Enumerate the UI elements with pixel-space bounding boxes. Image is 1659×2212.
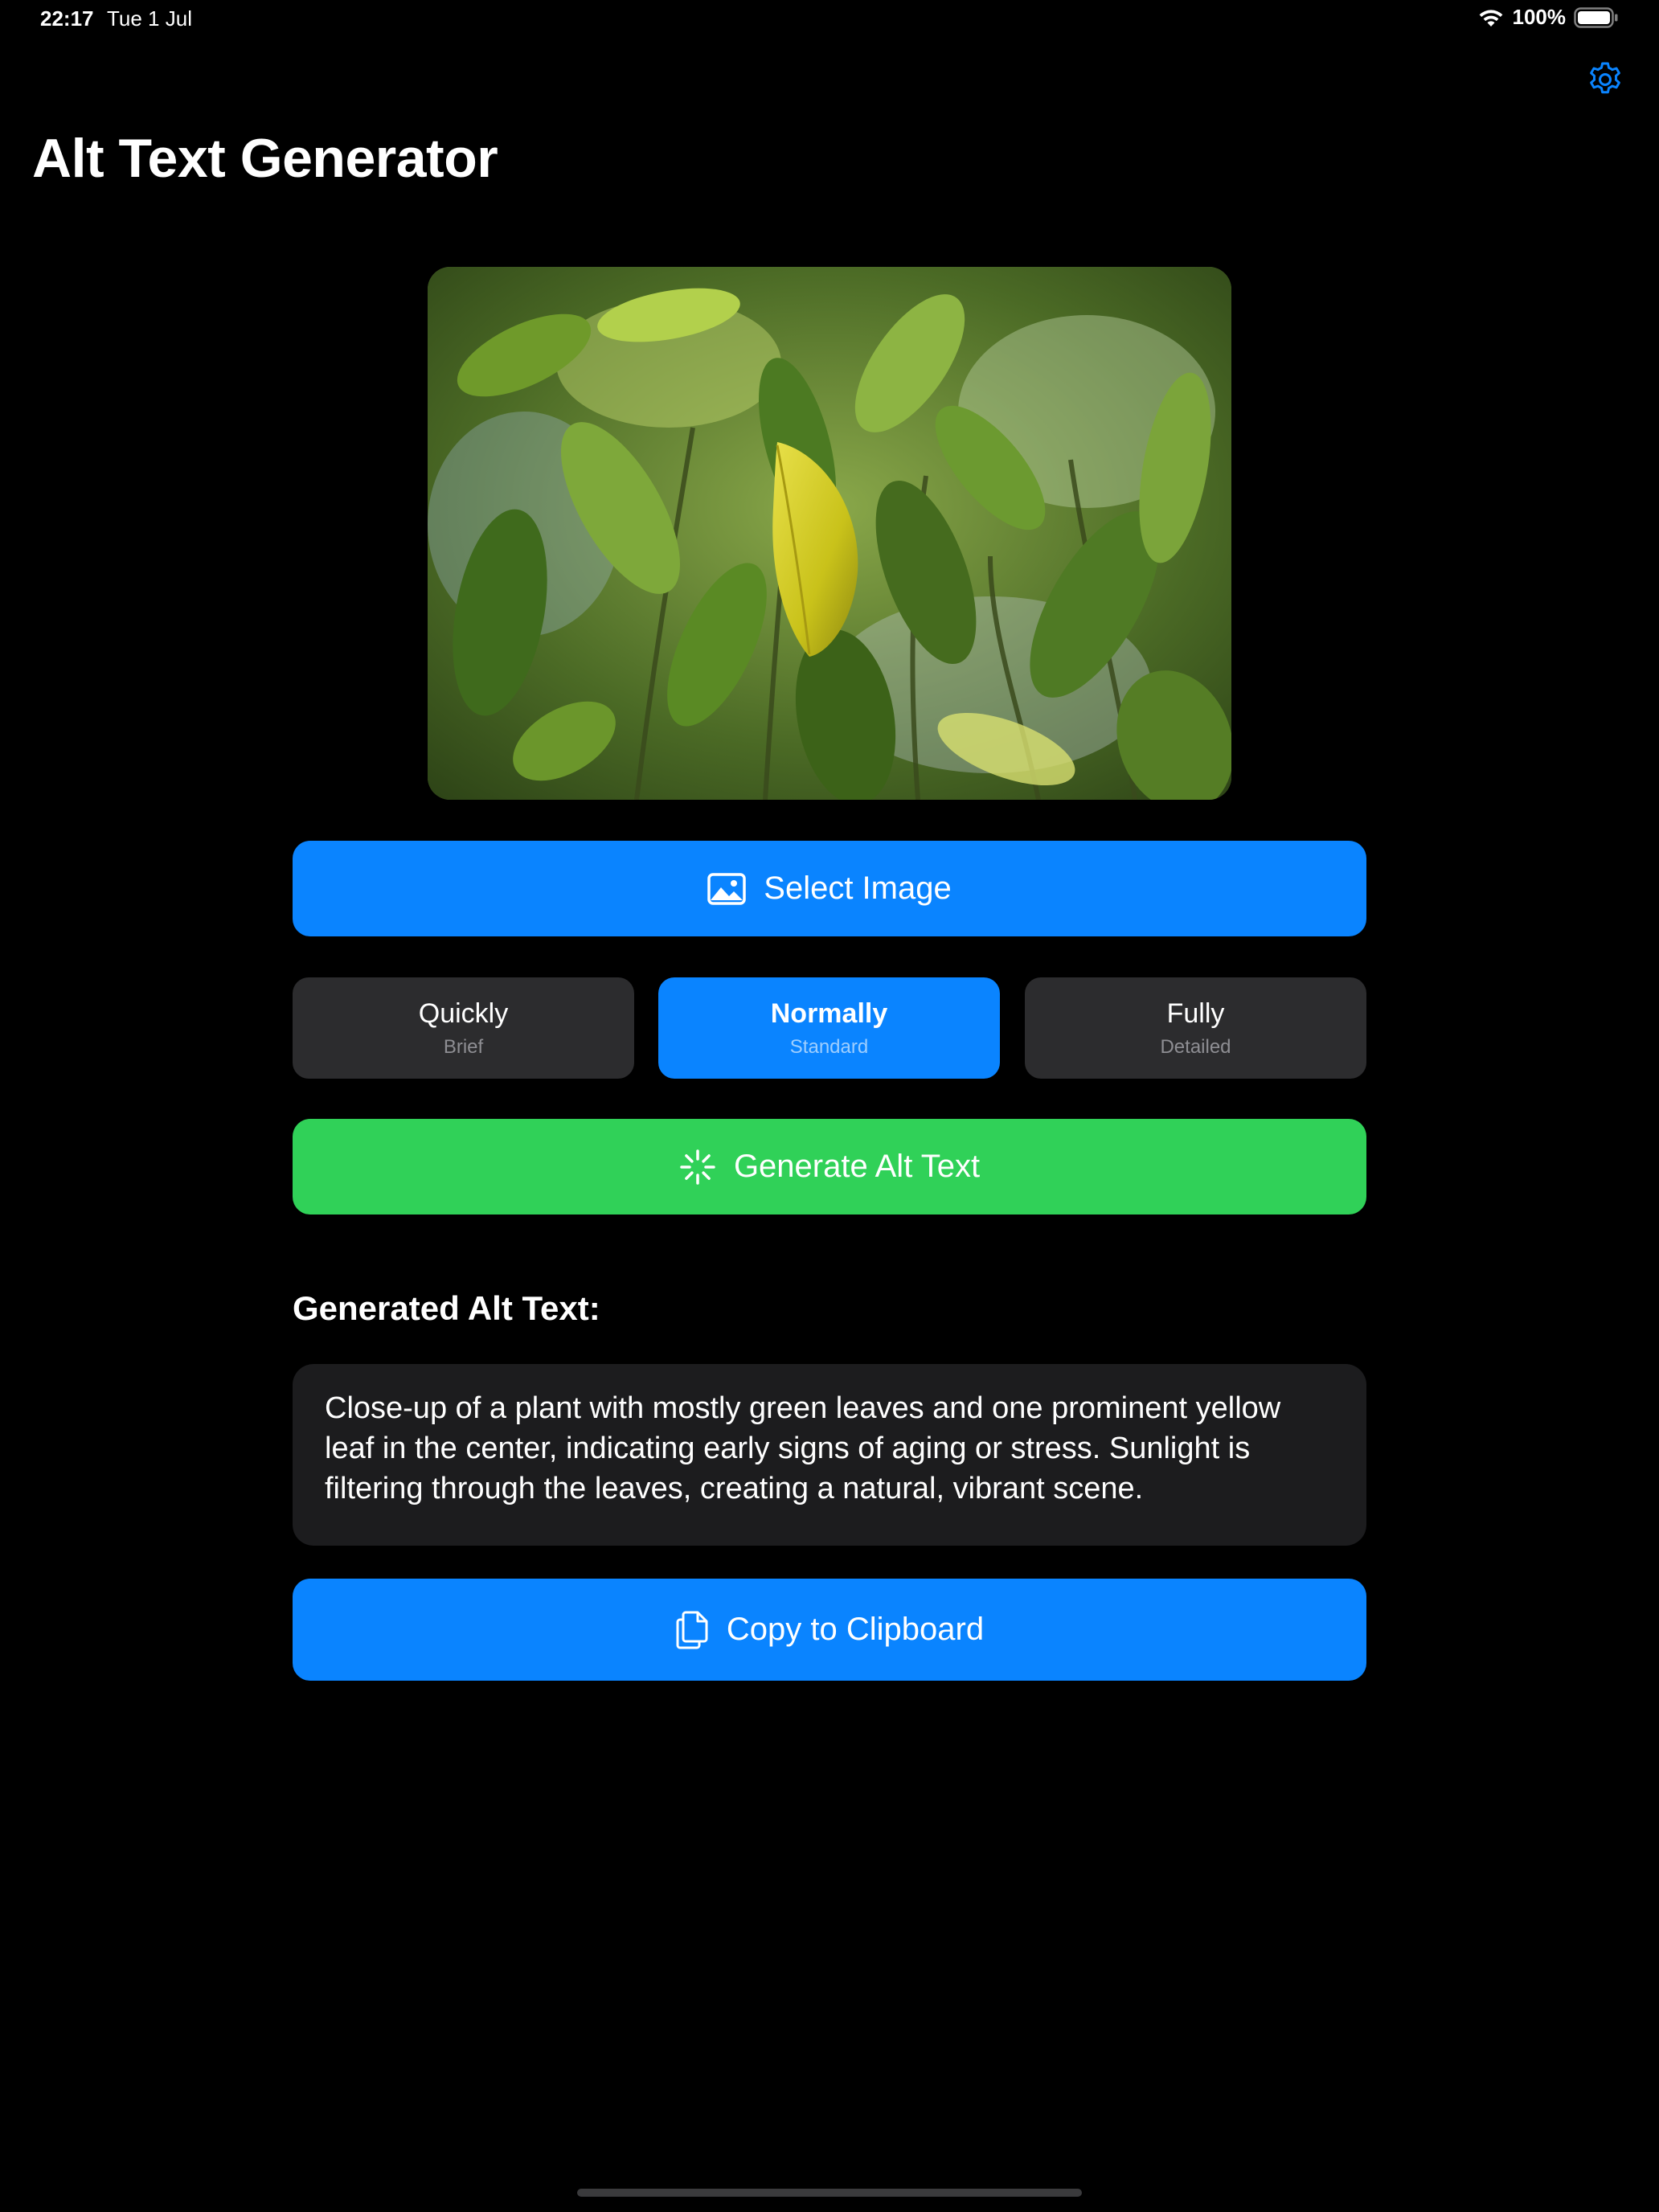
option-subtitle: Standard	[789, 1036, 869, 1059]
option-subtitle: Detailed	[1160, 1036, 1231, 1059]
photo-icon	[707, 872, 747, 905]
generate-label: Generate Alt Text	[733, 1149, 981, 1184]
generated-alt-text: Close-up of a plant with mostly green le…	[325, 1391, 1281, 1505]
gear-icon	[1590, 62, 1620, 94]
page-title: Alt Text Generator	[32, 128, 498, 189]
generate-alt-text-button[interactable]: Generate Alt Text	[293, 1119, 1366, 1215]
copy-to-clipboard-button[interactable]: Copy to Clipboard	[293, 1579, 1366, 1681]
app-screen: 22:17 Tue 1 Jul 100% Alt Text Generator …	[0, 0, 1659, 2212]
result-box: Close-up of a plant with mostly green le…	[293, 1364, 1366, 1546]
result-heading: Generated Alt Text:	[293, 1289, 600, 1327]
select-image-button[interactable]: Select Image	[293, 841, 1366, 936]
status-date: Tue 1 Jul	[107, 6, 192, 31]
home-indicator[interactable]	[577, 2189, 1082, 2197]
option-title: Normally	[770, 997, 888, 1029]
battery-icon	[1574, 6, 1619, 28]
wifi-icon	[1477, 7, 1505, 28]
status-time: 22:17	[40, 6, 94, 31]
option-title: Quickly	[418, 997, 509, 1029]
select-image-label: Select Image	[764, 870, 952, 906]
selected-image-preview	[428, 267, 1231, 800]
document-copy-icon	[676, 1611, 708, 1649]
status-indicators: 100%	[1477, 5, 1620, 30]
detail-level-picker: Quickly Brief Normally Standard Fully De…	[293, 977, 1366, 1079]
option-subtitle: Brief	[443, 1036, 484, 1059]
sparkle-icon	[680, 1149, 715, 1185]
settings-button[interactable]	[1585, 59, 1625, 100]
option-fully[interactable]: Fully Detailed	[1025, 977, 1366, 1079]
option-title: Fully	[1166, 997, 1225, 1029]
option-quickly[interactable]: Quickly Brief	[293, 977, 634, 1079]
option-normally[interactable]: Normally Standard	[658, 977, 1000, 1079]
copy-label: Copy to Clipboard	[726, 1612, 985, 1647]
battery-percent: 100%	[1512, 5, 1567, 29]
